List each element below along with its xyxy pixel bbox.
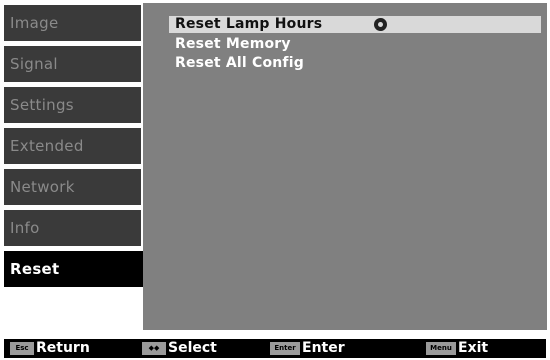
- sidebar-item-settings[interactable]: Settings: [4, 87, 141, 123]
- menu-item-reset-memory[interactable]: Reset Memory: [169, 36, 291, 53]
- arrow-keys-icon: ◆◆: [142, 342, 166, 355]
- footer-hint-bar: Esc Return ◆◆ Select Enter Enter Menu Ex…: [0, 337, 550, 360]
- hint-label: Select: [168, 340, 217, 356]
- menu-item-reset-lamp-hours[interactable]: Reset Lamp Hours: [169, 16, 541, 33]
- sidebar-item-label: Settings: [10, 96, 74, 114]
- sidebar-item-label: Network: [10, 178, 75, 196]
- sidebar-item-label: Reset: [10, 260, 60, 278]
- sidebar-item-label: Signal: [10, 55, 58, 73]
- sidebar-item-info[interactable]: Info: [4, 210, 141, 246]
- menu-item-label: Reset Memory: [175, 36, 291, 52]
- menu-key-icon: Menu: [426, 342, 456, 355]
- sidebar-item-label: Image: [10, 14, 59, 32]
- sidebar-item-extended[interactable]: Extended: [4, 128, 141, 164]
- sidebar-item-label: Info: [10, 219, 40, 237]
- hint-label: Return: [36, 340, 90, 356]
- sidebar-item-image[interactable]: Image: [4, 5, 141, 41]
- esc-key-icon: Esc: [10, 342, 34, 355]
- sidebar-item-signal[interactable]: Signal: [4, 46, 141, 82]
- reset-content-panel: Reset Lamp Hours Reset Memory Reset All …: [143, 3, 547, 330]
- projector-menu: Image Signal Settings Extended Network I…: [0, 0, 550, 335]
- enter-key-icon: Enter: [270, 342, 300, 355]
- sidebar-item-network[interactable]: Network: [4, 169, 141, 205]
- menu-item-label: Reset Lamp Hours: [175, 16, 323, 32]
- sidebar-item-reset[interactable]: Reset: [4, 251, 154, 287]
- menu-item-label: Reset All Config: [175, 55, 304, 71]
- hint-label: Exit: [458, 340, 489, 356]
- circle-arrow-icon: [374, 18, 387, 31]
- hint-label: Enter: [302, 340, 345, 356]
- footer-strip: Esc Return ◆◆ Select Enter Enter Menu Ex…: [4, 339, 546, 358]
- sidebar-item-label: Extended: [10, 137, 84, 155]
- menu-item-reset-all-config[interactable]: Reset All Config: [169, 55, 304, 72]
